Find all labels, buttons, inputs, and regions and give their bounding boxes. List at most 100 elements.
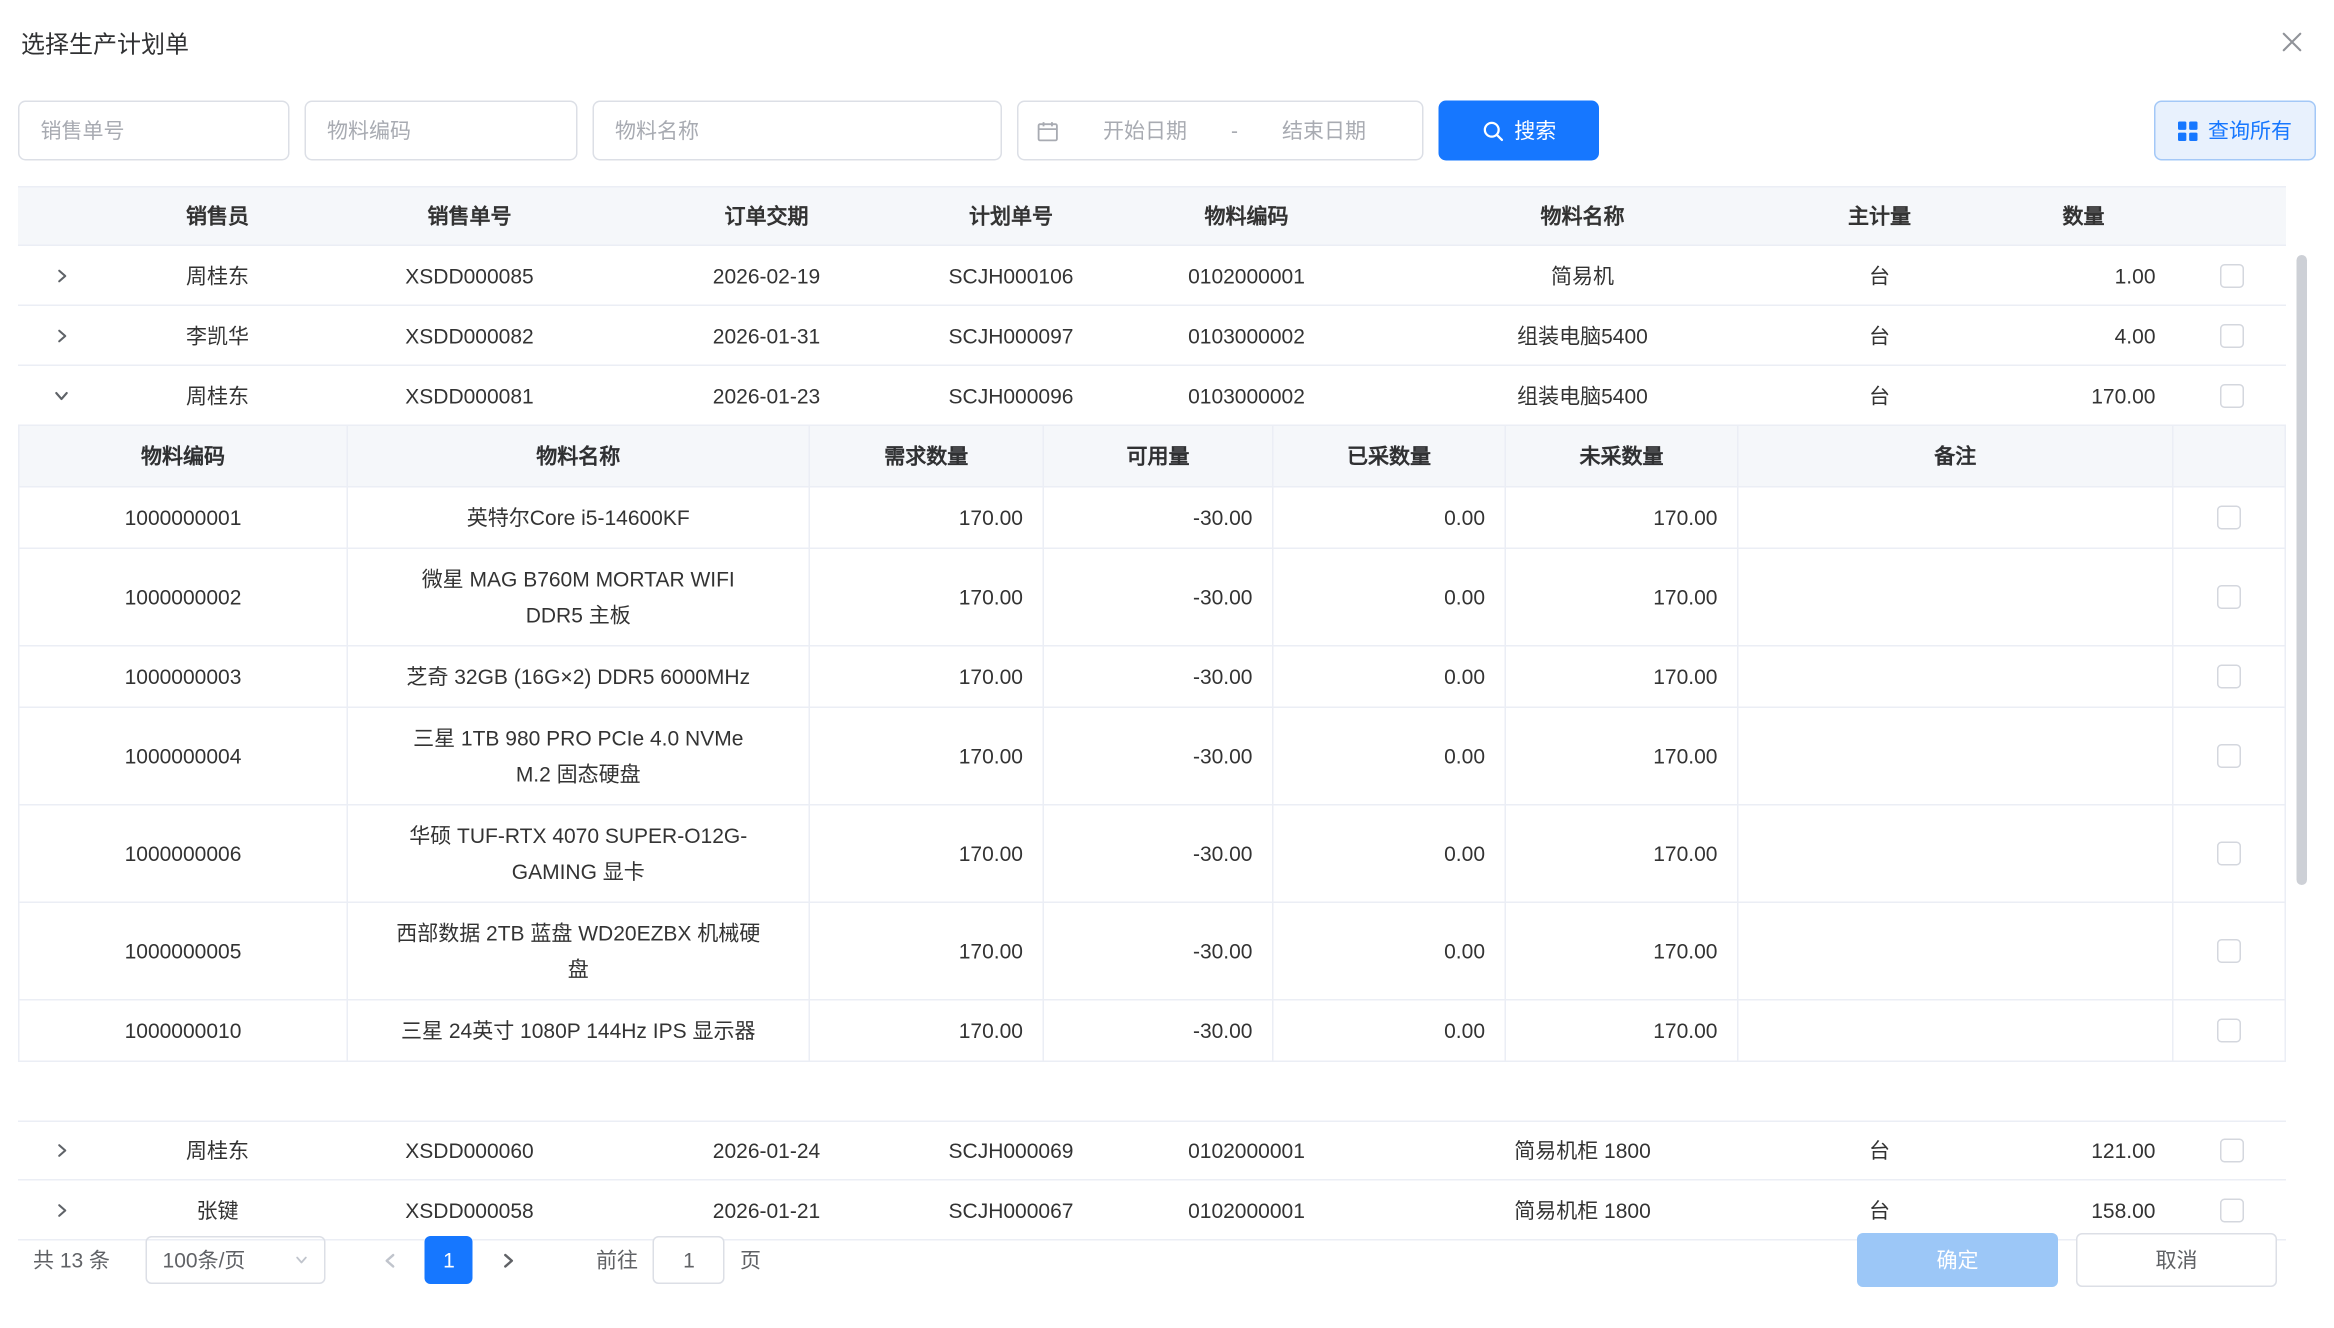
detail-cell-name: 芝奇 32GB (16G×2) DDR5 6000MHz bbox=[348, 647, 810, 707]
detail-cell-code: 1000000004 bbox=[20, 708, 349, 804]
expand-cell[interactable] bbox=[18, 326, 105, 344]
checkbox-cell bbox=[2178, 383, 2286, 407]
detail-cell-unpurchased: 170.00 bbox=[1506, 488, 1739, 548]
confirm-button[interactable]: 确定 bbox=[1857, 1233, 2058, 1287]
cell-sales-order: XSDD000085 bbox=[330, 263, 609, 287]
row-checkbox[interactable] bbox=[2220, 323, 2244, 347]
header-salesperson: 销售员 bbox=[105, 201, 330, 231]
detail-cell-available: -30.00 bbox=[1044, 488, 1274, 548]
cell-salesperson: 张键 bbox=[105, 1195, 330, 1225]
detail-cell-code: 1000000002 bbox=[20, 549, 349, 645]
header-sales-order: 销售单号 bbox=[330, 201, 609, 231]
detail-cell-code: 1000000001 bbox=[20, 488, 349, 548]
close-icon[interactable] bbox=[2277, 27, 2307, 57]
header-due-date: 订单交期 bbox=[609, 201, 924, 231]
row-checkbox[interactable] bbox=[2220, 263, 2244, 287]
detail-cell-unpurchased: 170.00 bbox=[1506, 549, 1739, 645]
cancel-button[interactable]: 取消 bbox=[2076, 1233, 2277, 1287]
chevron-right-icon[interactable] bbox=[53, 1142, 71, 1160]
date-separator: - bbox=[1231, 119, 1238, 143]
cell-material-name: 简易机 bbox=[1395, 260, 1770, 290]
cell-sales-order: XSDD000081 bbox=[330, 383, 609, 407]
detail-cell-purchased: 0.00 bbox=[1274, 708, 1507, 804]
detail-cell-name: 西部数据 2TB 蓝盘 WD20EZBX 机械硬盘 bbox=[348, 903, 810, 999]
select-production-plan-dialog: 选择生产计划单 开始日期 - 结束日期 搜索 查询所有 bbox=[0, 0, 2334, 1328]
chevron-right-icon[interactable] bbox=[53, 1201, 71, 1219]
detail-checkbox-cell bbox=[2174, 708, 2287, 804]
detail-table: 物料编码 物料名称 需求数量 可用量 已采数量 未采数量 备注 10000000… bbox=[18, 426, 2286, 1062]
plan-row[interactable]: 李凯华 XSDD000082 2026-01-31 SCJH000097 010… bbox=[18, 306, 2286, 366]
date-range-picker[interactable]: 开始日期 - 结束日期 bbox=[1017, 101, 1424, 161]
detail-cell-code: 1000000010 bbox=[20, 1001, 349, 1061]
detail-row-checkbox[interactable] bbox=[2217, 585, 2241, 609]
cell-due-date: 2026-01-21 bbox=[609, 1198, 924, 1222]
detail-cell-code: 1000000006 bbox=[20, 806, 349, 902]
row-checkbox[interactable] bbox=[2220, 383, 2244, 407]
expand-cell[interactable] bbox=[18, 1201, 105, 1219]
detail-checkbox-cell bbox=[2174, 903, 2287, 999]
material-code-input[interactable] bbox=[305, 101, 578, 161]
detail-cell-remark bbox=[1739, 806, 2174, 902]
scrollbar-thumb[interactable] bbox=[2297, 255, 2308, 885]
plan-row-expanded[interactable]: 周桂东 XSDD000081 2026-01-23 SCJH000096 010… bbox=[18, 366, 2286, 426]
detail-cell-remark bbox=[1739, 488, 2174, 548]
page-size-value: 100条/页 bbox=[163, 1245, 246, 1275]
detail-row-checkbox[interactable] bbox=[2217, 842, 2241, 866]
detail-row: 1000000004 三星 1TB 980 PRO PCIe 4.0 NVMe … bbox=[20, 708, 2287, 806]
detail-row: 1000000001 英特尔Core i5-14600KF 170.00 -30… bbox=[20, 488, 2287, 550]
detail-cell-demand: 170.00 bbox=[810, 647, 1044, 707]
checkbox-cell bbox=[2178, 1139, 2286, 1163]
detail-row-checkbox[interactable] bbox=[2217, 665, 2241, 689]
filter-bar: 开始日期 - 结束日期 搜索 查询所有 bbox=[0, 84, 2334, 161]
detail-row-checkbox[interactable] bbox=[2217, 1019, 2241, 1043]
cell-material-code: 0102000001 bbox=[1098, 1198, 1395, 1222]
goto-label: 前往 bbox=[596, 1245, 638, 1275]
detail-cell-name: 三星 1TB 980 PRO PCIe 4.0 NVMe M.2 固态硬盘 bbox=[348, 708, 810, 804]
detail-row: 1000000006 华硕 TUF-RTX 4070 SUPER-O12G-GA… bbox=[20, 806, 2287, 904]
grid-icon bbox=[2178, 121, 2198, 141]
plan-row[interactable]: 周桂东 XSDD000085 2026-02-19 SCJH000106 010… bbox=[18, 246, 2286, 306]
chevron-down-icon[interactable] bbox=[53, 386, 71, 404]
detail-cell-purchased: 0.00 bbox=[1274, 1001, 1507, 1061]
expand-cell[interactable] bbox=[18, 1142, 105, 1160]
detail-row-checkbox[interactable] bbox=[2217, 744, 2241, 768]
detail-cell-available: -30.00 bbox=[1044, 647, 1274, 707]
chevron-right-icon[interactable] bbox=[53, 326, 71, 344]
page-button-1[interactable]: 1 bbox=[425, 1236, 473, 1284]
checkbox-cell bbox=[2178, 263, 2286, 287]
material-name-input[interactable] bbox=[593, 101, 1003, 161]
page-size-select[interactable]: 100条/页 bbox=[146, 1236, 326, 1284]
detail-cell-name: 英特尔Core i5-14600KF bbox=[348, 488, 810, 548]
sales-order-input[interactable] bbox=[18, 101, 290, 161]
row-checkbox[interactable] bbox=[2220, 1139, 2244, 1163]
cell-due-date: 2026-01-24 bbox=[609, 1139, 924, 1163]
detail-row-checkbox[interactable] bbox=[2217, 939, 2241, 963]
detail-cell-unpurchased: 170.00 bbox=[1506, 1001, 1739, 1061]
detail-cell-available: -30.00 bbox=[1044, 1001, 1274, 1061]
detail-row: 1000000010 三星 24英寸 1080P 144Hz IPS 显示器 1… bbox=[20, 1001, 2287, 1063]
header-qty: 数量 bbox=[1989, 201, 2178, 231]
search-button[interactable]: 搜索 bbox=[1439, 101, 1600, 161]
next-page-button[interactable] bbox=[485, 1236, 530, 1284]
expand-cell[interactable] bbox=[18, 386, 105, 404]
detail-cell-remark bbox=[1739, 1001, 2174, 1061]
cell-material-code: 0103000002 bbox=[1098, 383, 1395, 407]
detail-header-checkbox bbox=[2174, 426, 2287, 486]
search-label: 搜索 bbox=[1514, 116, 1556, 146]
plan-row[interactable]: 周桂东 XSDD000060 2026-01-24 SCJH000069 010… bbox=[18, 1121, 2286, 1181]
detail-cell-purchased: 0.00 bbox=[1274, 903, 1507, 999]
goto-page-input[interactable] bbox=[653, 1236, 725, 1284]
detail-header-row: 物料编码 物料名称 需求数量 可用量 已采数量 未采数量 备注 bbox=[20, 426, 2287, 488]
header-material-code: 物料编码 bbox=[1098, 201, 1395, 231]
row-checkbox[interactable] bbox=[2220, 1198, 2244, 1222]
query-all-button[interactable]: 查询所有 bbox=[2154, 101, 2316, 161]
detail-checkbox-cell bbox=[2174, 1001, 2287, 1061]
cell-material-code: 0103000002 bbox=[1098, 323, 1395, 347]
prev-page-button[interactable] bbox=[368, 1236, 413, 1284]
chevron-right-icon[interactable] bbox=[53, 266, 71, 284]
search-icon bbox=[1481, 119, 1504, 142]
detail-row-checkbox[interactable] bbox=[2217, 506, 2241, 530]
expand-cell[interactable] bbox=[18, 266, 105, 284]
detail-cell-remark bbox=[1739, 903, 2174, 999]
detail-cell-remark bbox=[1739, 647, 2174, 707]
